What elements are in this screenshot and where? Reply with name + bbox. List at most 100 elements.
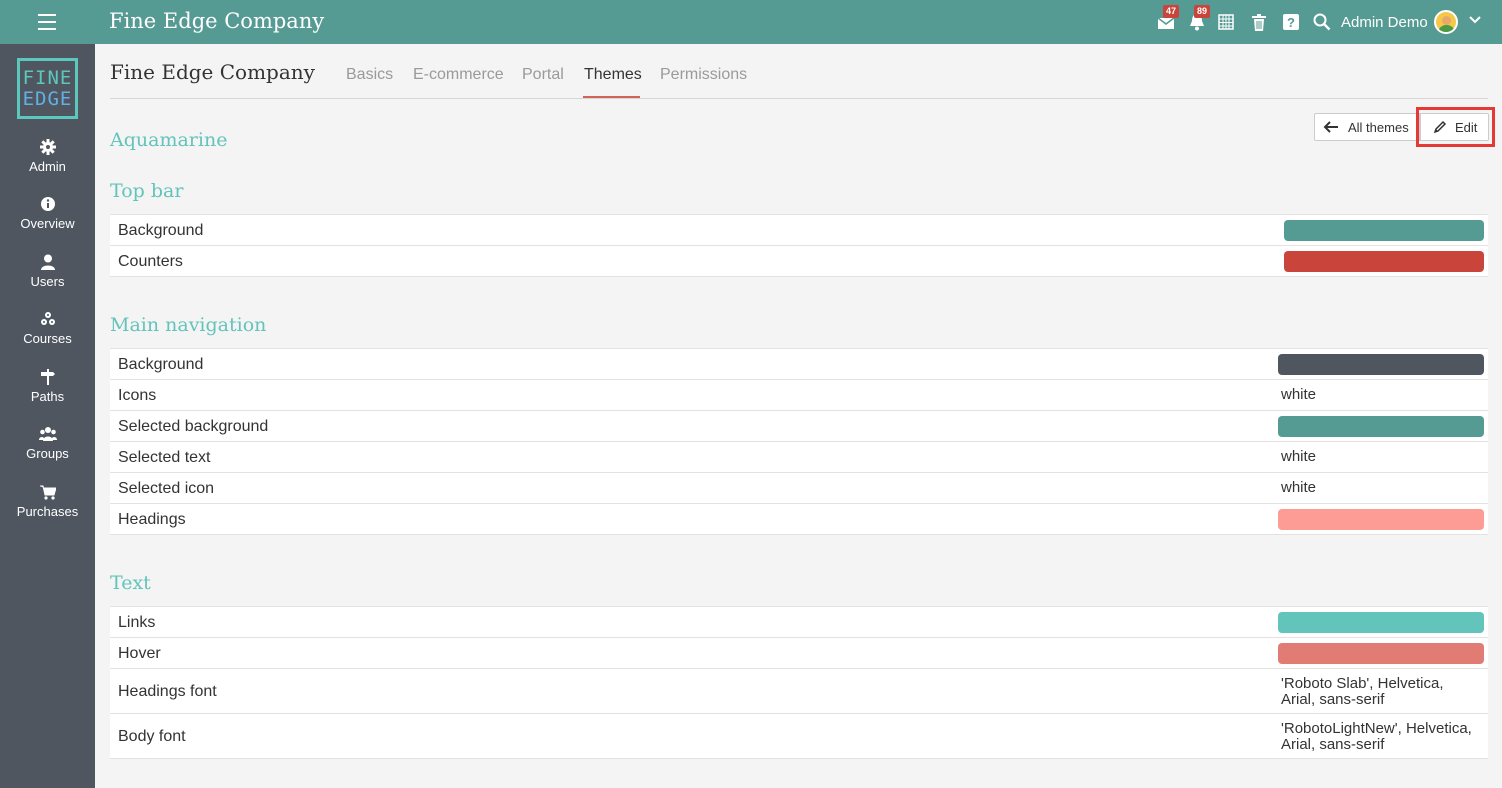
sidebar-item-groups[interactable]: Groups xyxy=(0,426,95,461)
table-row: Icons white xyxy=(110,380,1488,411)
sidebar-item-label: Paths xyxy=(30,389,65,404)
svg-text:?: ? xyxy=(1287,15,1295,30)
setting-value-line: 'RobotoLightNew', Helvetica, xyxy=(1281,720,1472,737)
color-swatch xyxy=(1278,509,1484,530)
setting-label: Background xyxy=(118,356,204,373)
setting-label: Icons xyxy=(118,387,157,404)
messages-icon[interactable]: 47 xyxy=(1155,5,1180,33)
table-row: Background xyxy=(110,215,1488,246)
all-themes-button[interactable]: All themes xyxy=(1314,113,1420,141)
table-row: Headings font 'Roboto Slab', Helvetica, … xyxy=(110,669,1488,714)
setting-value: white xyxy=(1281,479,1317,496)
table-row: Background xyxy=(110,349,1488,380)
table-row: Selected icon white xyxy=(110,473,1488,504)
sidebar-item-paths[interactable]: Paths xyxy=(0,369,95,404)
setting-label: Selected text xyxy=(118,449,211,466)
group-icon xyxy=(38,427,57,441)
table-row: Headings xyxy=(110,504,1488,535)
all-themes-label: All themes xyxy=(1348,119,1409,135)
gear-icon xyxy=(39,139,56,155)
setting-label: Links xyxy=(118,614,156,631)
user-name[interactable]: Admin Demo xyxy=(1341,14,1428,31)
notifications-icon[interactable]: 89 xyxy=(1186,5,1211,33)
color-swatch xyxy=(1278,612,1484,633)
setting-value-line: Arial, sans-serif xyxy=(1281,736,1385,753)
section-title-main-navigation: Main navigation xyxy=(110,314,267,336)
sidebar-item-courses[interactable]: Courses xyxy=(0,311,95,346)
chevron-down-icon[interactable] xyxy=(1468,13,1482,32)
calendar-icon[interactable] xyxy=(1215,11,1237,33)
help-icon[interactable]: ? xyxy=(1280,11,1302,33)
tab-ecommerce[interactable]: E-commerce xyxy=(413,66,504,84)
cart-icon xyxy=(39,485,56,500)
search-icon[interactable] xyxy=(1311,11,1333,33)
sidebar-item-admin[interactable]: Admin xyxy=(0,139,95,174)
color-swatch xyxy=(1284,220,1484,241)
text-settings-table: Links Hover Headings font 'Roboto Slab',… xyxy=(110,606,1488,759)
tab-permissions[interactable]: Permissions xyxy=(660,66,747,84)
setting-value-line: Arial, sans-serif xyxy=(1281,691,1385,708)
company-logo[interactable]: FINE EDGE xyxy=(17,58,78,119)
theme-name: Aquamarine xyxy=(110,129,228,151)
section-title-top-bar: Top bar xyxy=(110,180,184,202)
setting-label: Hover xyxy=(118,645,161,662)
sidebar-item-purchases[interactable]: Purchases xyxy=(0,484,95,519)
logo-line-2: EDGE xyxy=(22,87,73,110)
avatar[interactable] xyxy=(1434,10,1458,34)
color-swatch xyxy=(1278,643,1484,664)
table-row: Counters xyxy=(110,246,1488,277)
pencil-icon xyxy=(1433,120,1447,134)
active-tab-indicator xyxy=(583,96,640,98)
sidebar-item-label: Admin xyxy=(29,159,66,174)
tabs-divider xyxy=(110,98,1488,99)
sidebar-item-label: Overview xyxy=(20,216,75,231)
sidebar-item-label: Purchases xyxy=(16,504,79,519)
signpost-icon xyxy=(40,369,55,385)
trash-icon[interactable] xyxy=(1248,11,1270,33)
color-swatch xyxy=(1278,416,1484,437)
user-icon xyxy=(40,254,55,270)
color-swatch xyxy=(1284,251,1484,272)
sidebar-item-label: Groups xyxy=(26,446,69,461)
edit-label: Edit xyxy=(1455,119,1478,135)
logo-line-1: FINE xyxy=(22,66,73,89)
sidebar-item-users[interactable]: Users xyxy=(0,254,95,289)
setting-value: 'RobotoLightNew', Helvetica, Arial, sans… xyxy=(1281,721,1472,753)
sidebar-item-overview[interactable]: Overview xyxy=(0,196,95,231)
table-row: Body font 'RobotoLightNew', Helvetica, A… xyxy=(110,714,1488,759)
table-row: Selected text white xyxy=(110,442,1488,473)
setting-label: Selected background xyxy=(118,418,269,435)
edit-button[interactable]: Edit xyxy=(1420,113,1489,141)
messages-badge: 47 xyxy=(1163,5,1180,18)
main-navigation-settings-table: Background Icons white Selected backgrou… xyxy=(110,348,1488,535)
app-title[interactable]: Fine Edge Company xyxy=(109,9,324,33)
tab-basics[interactable]: Basics xyxy=(346,66,393,84)
setting-label: Background xyxy=(118,222,204,239)
setting-value: 'Roboto Slab', Helvetica, Arial, sans-se… xyxy=(1281,676,1443,708)
setting-value-line: 'Roboto Slab', Helvetica, xyxy=(1281,675,1444,692)
table-row: Links xyxy=(110,607,1488,638)
setting-label: Headings font xyxy=(118,683,217,700)
section-title-text: Text xyxy=(110,572,151,594)
color-swatch xyxy=(1278,354,1484,375)
setting-label: Selected icon xyxy=(118,480,215,497)
sidebar: FINE EDGE Admin Overview Users Courses P… xyxy=(0,44,95,788)
sidebar-item-label: Users xyxy=(30,274,65,289)
sidebar-item-label: Courses xyxy=(23,331,72,346)
tab-portal[interactable]: Portal xyxy=(522,66,564,84)
tab-themes[interactable]: Themes xyxy=(584,66,642,84)
courses-icon xyxy=(40,312,55,325)
setting-label: Counters xyxy=(118,253,183,270)
top-bar: Fine Edge Company 47 89 ? Admin Demo xyxy=(0,0,1502,44)
top-bar-settings-table: Background Counters xyxy=(110,214,1488,277)
page-title: Fine Edge Company xyxy=(110,60,315,84)
table-row: Selected background xyxy=(110,411,1488,442)
arrow-left-icon xyxy=(1323,121,1338,133)
hamburger-menu-icon[interactable] xyxy=(38,14,56,30)
notifications-badge: 89 xyxy=(1194,5,1211,18)
setting-label: Headings xyxy=(118,511,186,528)
setting-value: white xyxy=(1281,448,1317,465)
setting-label: Body font xyxy=(118,728,186,745)
table-row: Hover xyxy=(110,638,1488,669)
info-icon xyxy=(40,197,55,211)
